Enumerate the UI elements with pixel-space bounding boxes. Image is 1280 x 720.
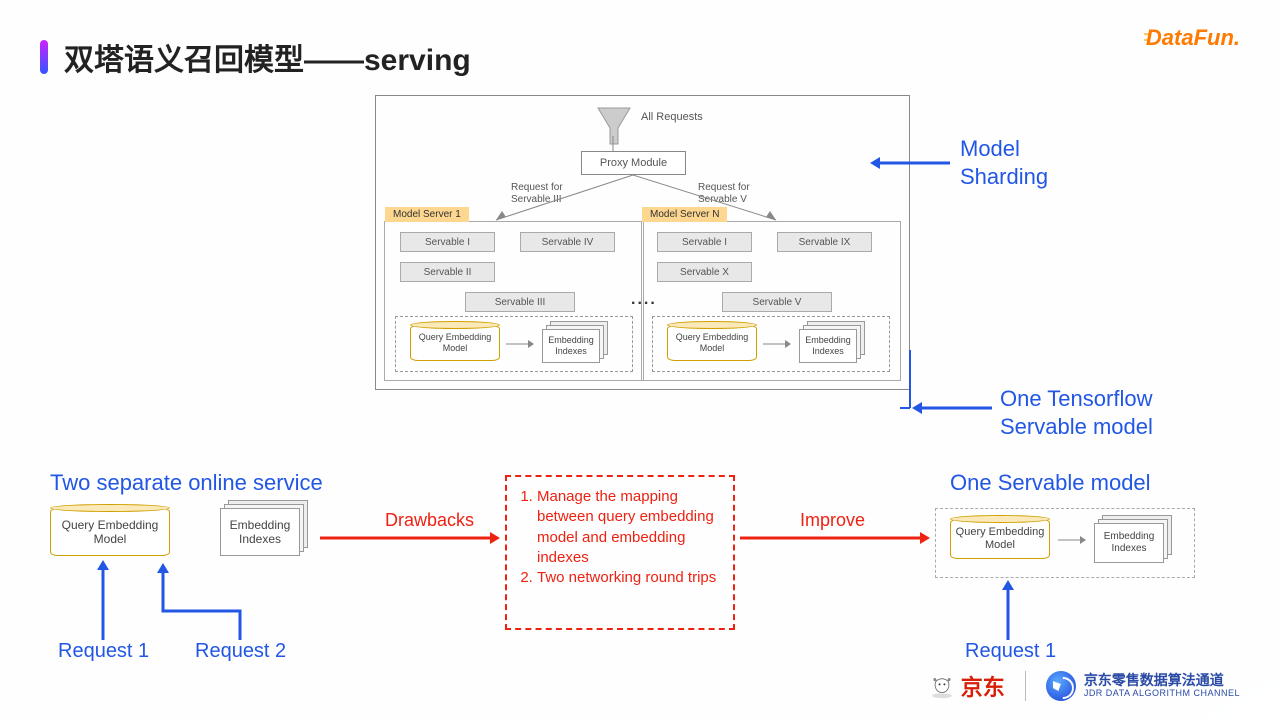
drawbacks-box: Manage the mapping between query embeddi… [505,475,735,630]
title-accent-icon [40,40,48,74]
query-embedding-model-icon: Query Embedding Model [50,508,170,556]
improve-arrow-icon [740,530,930,546]
arrow-up-icon [95,560,111,640]
drawback-item: Two networking round trips [537,568,721,588]
jd-logo: 京东 [929,670,1005,702]
request-1-label: Request 1 [965,640,1056,663]
proxy-module-box: Proxy Module [581,151,686,175]
slide-title: 双塔语义召回模型——serving [40,35,471,79]
jdr-chinese: 京东零售数据算法通道 [1084,673,1240,688]
model-server-1: Model Server 1 Servable I Servable IV Se… [384,221,644,381]
servable-box: Servable IX [777,232,872,252]
improve-label: Improve [800,510,865,531]
servable-box: Servable V [722,292,832,312]
one-tensorflow-label: One Tensorflow Servable model [1000,385,1153,440]
drawbacks-label: Drawbacks [385,510,474,531]
model-sharding-label: Model Sharding [960,135,1048,190]
drawback-item: Manage the mapping between query embeddi… [537,487,721,568]
architecture-diagram: All Requests Proxy Module Request for Se… [375,95,910,390]
servable-box: Servable II [400,262,495,282]
title-text: 双塔语义召回模型——serving [64,35,471,79]
connector-line [900,350,920,410]
servable-box: Servable I [400,232,495,252]
servable-box: Servable III [465,292,575,312]
inner-servable-box: Query Embedding Model Embedding Indexes [652,316,890,372]
model-server-1-title: Model Server 1 [385,207,469,222]
request-2-label: Request 2 [195,640,286,663]
arrow-left-icon [912,400,992,416]
jdr-english: JDR DATA ALGORITHM CHANNEL [1084,689,1240,699]
drawbacks-arrow-icon [320,530,500,546]
arrow-up-icon [1000,580,1016,640]
jd-dog-icon [929,673,955,699]
funnel-icon [596,106,632,146]
model-server-n: Model Server N Servable I Servable IX Se… [641,221,901,381]
servable-box: Servable IV [520,232,615,252]
arrow-left-icon [870,155,950,171]
footer: 京东 京东零售数据算法通道 JDR DATA ALGORITHM CHANNEL [929,670,1240,702]
inner-servable-box: Query Embedding Model Embedding Indexes [395,316,633,372]
query-embedding-model-icon: Query Embedding Model [950,519,1050,559]
query-embedding-model-icon: Query Embedding Model [667,325,757,361]
all-requests-label: All Requests [641,111,703,123]
query-embedding-model-icon: Query Embedding Model [410,325,500,361]
jd-text: 京东 [961,670,1005,702]
divider-icon [1025,671,1026,701]
request-1-label: Request 1 [58,640,149,663]
servable-box: Servable I [657,232,752,252]
logo-text: ataFun. [1162,25,1240,50]
model-server-n-title: Model Server N [642,207,727,222]
jdr-badge-icon [1046,671,1076,701]
one-servable-group: Query Embedding Model Embedding Indexes [935,508,1195,578]
bracket-arrow-icon [155,563,245,640]
two-separate-label: Two separate online service [50,470,323,496]
servable-box: Servable X [657,262,752,282]
one-servable-label: One Servable model [950,470,1151,496]
datafun-logo: ::::DataFun. [1143,25,1240,51]
jdr-logo: 京东零售数据算法通道 JDR DATA ALGORITHM CHANNEL [1046,671,1240,701]
